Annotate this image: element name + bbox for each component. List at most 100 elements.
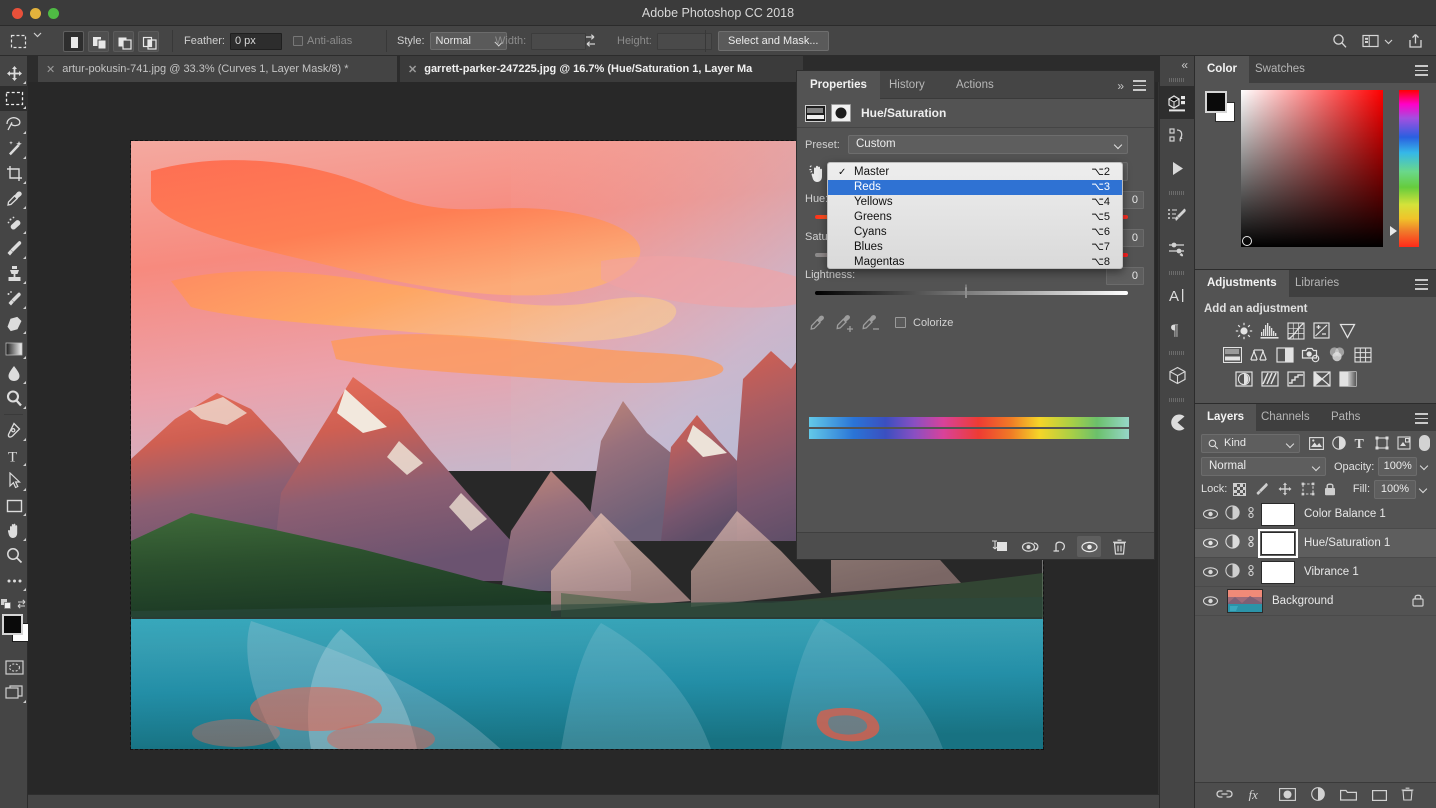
history-dock-icon[interactable] [1160, 119, 1194, 152]
rail-grip-5[interactable] [1169, 396, 1185, 404]
hue-strip[interactable] [1390, 90, 1419, 247]
opacity-chevron-down-icon[interactable] [1417, 457, 1430, 476]
invert-icon[interactable] [1233, 369, 1254, 388]
table-row[interactable]: Background [1195, 587, 1436, 616]
colorize-checkbox[interactable] [895, 317, 906, 329]
view-previous-state-icon[interactable] [1019, 536, 1043, 557]
delete-layer-icon[interactable] [1401, 787, 1414, 804]
layer-visibility-toggle[interactable] [1195, 508, 1225, 520]
document-tab-2[interactable]: ✕ garrett-parker-247225.jpg @ 16.7% (Hue… [400, 56, 804, 82]
tab-paths[interactable]: Paths [1319, 404, 1372, 431]
panel-menu-icon[interactable] [1415, 413, 1428, 427]
menu-item-yellows[interactable]: Yellows ⌥4 [828, 195, 1122, 210]
selective-color-icon[interactable] [1337, 369, 1358, 388]
filter-shape-icon[interactable] [1375, 436, 1389, 450]
new-adjustment-layer-icon[interactable] [1311, 787, 1325, 804]
layer-image-thumbnail[interactable] [1227, 589, 1263, 613]
tool-preset-chevron-icon[interactable] [27, 30, 51, 52]
move-tool[interactable] [0, 61, 28, 86]
preset-select[interactable]: Custom [848, 135, 1128, 154]
antialias-checkbox[interactable] [293, 36, 303, 46]
clip-to-layer-icon[interactable] [987, 536, 1011, 557]
document-tab-1[interactable]: ✕ artur-pokusin-741.jpg @ 33.3% (Curves … [38, 56, 398, 82]
tab-swatches[interactable]: Swatches [1243, 56, 1317, 83]
opacity-value-field[interactable]: 100% [1378, 457, 1418, 476]
layer-visibility-toggle[interactable] [1195, 566, 1225, 578]
link-layers-icon[interactable] [1216, 788, 1233, 804]
layer-adjustment-thumbnail[interactable] [1225, 534, 1240, 552]
feather-control[interactable]: Feather: 0 px [184, 26, 282, 56]
height-control[interactable]: Height: [617, 26, 712, 56]
share-button[interactable] [1408, 26, 1423, 56]
filter-enable-toggle-icon[interactable] [1419, 435, 1430, 451]
layer-link-icon[interactable] [1246, 505, 1256, 523]
table-row[interactable]: Vibrance 1 [1195, 558, 1436, 587]
layer-link-icon[interactable] [1246, 534, 1256, 552]
lock-artboard-icon[interactable] [1301, 482, 1315, 496]
layer-adjustment-thumbnail[interactable] [1225, 563, 1240, 581]
posterize-icon[interactable] [1259, 369, 1280, 388]
menu-item-reds[interactable]: Reds ⌥3 [828, 180, 1122, 195]
layer-visibility-toggle[interactable] [1195, 537, 1225, 549]
eyedropper-tool[interactable] [0, 186, 28, 211]
layer-visibility-toggle[interactable] [1195, 595, 1225, 607]
tab-history[interactable]: History [876, 71, 938, 99]
brush-tool[interactable] [0, 236, 28, 261]
add-to-selection-button[interactable] [88, 30, 109, 52]
lightness-slider-knob[interactable] [965, 284, 978, 298]
levels-icon[interactable] [1259, 321, 1280, 340]
foreground-background-colors[interactable] [0, 613, 31, 655]
color-balance-icon[interactable] [1248, 345, 1269, 364]
clone-stamp-tool[interactable] [0, 261, 28, 286]
swap-width-height-button[interactable] [583, 26, 598, 56]
lock-all-icon[interactable] [1324, 482, 1336, 496]
layer-mask-thumbnail[interactable] [1261, 560, 1295, 584]
vibrance-icon[interactable] [1337, 321, 1358, 340]
table-row[interactable]: Color Balance 1 [1195, 500, 1436, 529]
eyedropper-subtract-icon[interactable] [861, 314, 880, 336]
crop-tool[interactable] [0, 161, 28, 186]
feather-input[interactable]: 0 px [229, 32, 282, 50]
panel-menu-icon[interactable] [1133, 80, 1146, 94]
lock-transparent-pixels-icon[interactable] [1233, 482, 1247, 496]
blend-mode-select[interactable]: Normal [1201, 457, 1326, 476]
rectangular-marquee-tool[interactable] [0, 86, 28, 111]
panel-menu-icon[interactable] [1415, 279, 1428, 293]
brush-settings-dock-icon[interactable] [1160, 199, 1194, 232]
fill-value-field[interactable]: 100% [1374, 479, 1416, 499]
rail-grip-4[interactable] [1169, 349, 1185, 357]
3d-dock-icon[interactable] [1160, 359, 1194, 392]
tab-actions[interactable]: Actions [943, 71, 1007, 99]
filter-smart-object-icon[interactable] [1397, 436, 1411, 450]
toggle-layer-visibility-icon[interactable] [1077, 536, 1101, 557]
width-control[interactable]: Width: [495, 26, 587, 56]
photo-filter-icon[interactable] [1300, 345, 1321, 364]
path-selection-tool[interactable] [0, 468, 28, 493]
pen-tool[interactable] [0, 418, 28, 443]
workspace-switcher-button[interactable] [1362, 26, 1393, 56]
gradient-tool[interactable] [0, 336, 28, 361]
tab-channels[interactable]: Channels [1249, 404, 1322, 431]
dodge-tool[interactable] [0, 386, 28, 411]
threshold-icon[interactable] [1285, 369, 1306, 388]
blur-tool[interactable] [0, 361, 28, 386]
filter-type-icon[interactable]: T [1354, 436, 1367, 450]
paragraph-dock-icon[interactable]: ¶ [1160, 312, 1194, 345]
curves-icon[interactable] [1285, 321, 1306, 340]
color-swatch-pair[interactable] [1205, 91, 1237, 123]
selection-mode-group[interactable] [63, 26, 159, 56]
brightness-contrast-icon[interactable] [1233, 321, 1254, 340]
spot-healing-brush-tool[interactable] [0, 211, 28, 236]
color-controls-row[interactable] [0, 593, 28, 613]
edit-toolbar-button[interactable] [0, 568, 28, 593]
lock-position-icon[interactable] [1278, 482, 1292, 496]
layer-link-icon[interactable] [1246, 563, 1256, 581]
channel-dropdown-menu[interactable]: ✓ Master ⌥2 Reds ⌥3 Yellows ⌥4 Greens ⌥5… [827, 162, 1123, 269]
new-selection-button[interactable] [63, 30, 84, 52]
height-input[interactable] [656, 32, 712, 50]
menu-item-master[interactable]: ✓ Master ⌥2 [828, 165, 1122, 180]
chevrons-right-icon[interactable]: » [1117, 79, 1124, 93]
close-tab-icon[interactable]: ✕ [46, 63, 55, 76]
layer-adjustment-thumbnail[interactable] [1225, 505, 1240, 523]
black-white-icon[interactable] [1274, 345, 1295, 364]
